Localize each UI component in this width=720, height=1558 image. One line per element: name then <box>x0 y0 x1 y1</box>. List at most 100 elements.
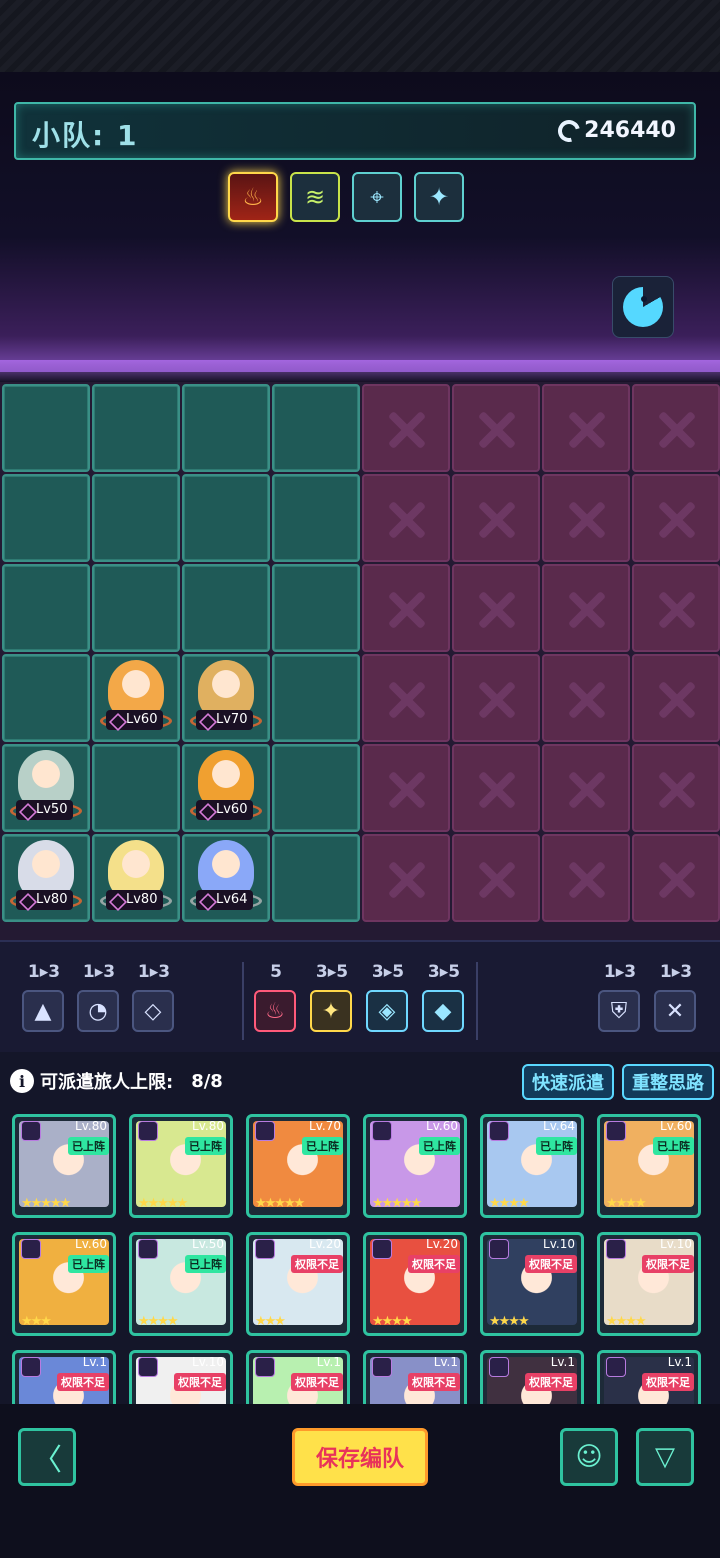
class-icon <box>372 1239 392 1259</box>
enemy-grid-cell[interactable] <box>452 384 540 472</box>
synergy-crossed-swords[interactable]: 1▸3 ✕ <box>654 962 698 1032</box>
enemy-grid-cell[interactable] <box>362 384 450 472</box>
placed-unit[interactable]: Lv80 <box>94 836 178 920</box>
ally-grid-cell[interactable] <box>272 654 360 742</box>
traveler-card[interactable]: Lv.60 已上阵 ★★★ <box>12 1232 116 1336</box>
placed-unit[interactable]: Lv60 <box>184 746 268 830</box>
ally-grid-cell[interactable] <box>2 564 90 652</box>
placed-unit[interactable]: Lv80 <box>4 836 88 920</box>
enemy-grid-cell[interactable] <box>542 744 630 832</box>
traveler-level: Lv.70 <box>309 1119 341 1133</box>
enemy-grid-cell[interactable] <box>452 834 540 922</box>
enemy-grid-cell[interactable] <box>362 654 450 742</box>
synergy-group-right: 1▸3 ⛨ 1▸3 ✕ <box>480 962 720 1042</box>
ally-grid-cell[interactable] <box>92 564 180 652</box>
placed-unit[interactable]: Lv64 <box>184 836 268 920</box>
synergy-shield[interactable]: 1▸3 ⛨ <box>598 962 642 1032</box>
traveler-card[interactable]: Lv.50 已上阵 ★★★★ <box>129 1232 233 1336</box>
traveler-level: Lv.10 <box>192 1355 224 1369</box>
traveler-card[interactable]: Lv.10 权限不足 ★★★★ <box>597 1232 701 1336</box>
save-formation-button[interactable]: 保存编队 <box>292 1428 428 1486</box>
enemy-grid-cell[interactable] <box>542 474 630 562</box>
enemy-grid-cell[interactable] <box>362 834 450 922</box>
pacman-button[interactable] <box>612 276 674 338</box>
enemy-grid-cell[interactable] <box>542 834 630 922</box>
synergy-count: 3▸5 <box>427 962 461 982</box>
enemy-grid-cell[interactable] <box>632 474 720 562</box>
enemy-grid-cell[interactable] <box>542 384 630 472</box>
ally-grid-cell[interactable] <box>2 384 90 472</box>
enemy-grid-cell[interactable] <box>362 744 450 832</box>
power-icon <box>554 115 585 146</box>
unit-level: Lv80 <box>106 890 164 910</box>
traveler-card[interactable]: Lv.20 权限不足 ★★★ <box>246 1232 350 1336</box>
enemy-grid-cell[interactable] <box>452 474 540 562</box>
synergy-flame[interactable]: 5 ♨ <box>254 962 298 1032</box>
sparkle-wand-icon[interactable]: ✦ <box>414 172 464 222</box>
back-button[interactable]: 〈 <box>18 1428 76 1486</box>
traveler-stars: ★★★★ <box>372 1314 413 1329</box>
enemy-grid-cell[interactable] <box>452 654 540 742</box>
traveler-stars: ★★★ <box>21 1314 52 1329</box>
target-icon[interactable]: ⌖ <box>352 172 402 222</box>
ally-grid-cell[interactable] <box>2 654 90 742</box>
ally-grid-cell[interactable] <box>92 384 180 472</box>
enemy-grid-cell[interactable] <box>452 564 540 652</box>
synergy-star[interactable]: 3▸5 ✦ <box>310 962 354 1032</box>
info-icon[interactable]: i <box>10 1069 34 1093</box>
traveler-card[interactable]: Lv.80 已上阵 ★★★★★ <box>12 1114 116 1218</box>
unit-level: Lv80 <box>16 890 74 910</box>
traveler-stars: ★★★★ <box>489 1314 530 1329</box>
enemy-grid-cell[interactable] <box>362 564 450 652</box>
back-arrow-icon: 〈 <box>32 1443 62 1478</box>
brain-button[interactable]: ☺ <box>560 1428 618 1486</box>
synergy-mountain[interactable]: 1▸3 ▲ <box>22 962 66 1032</box>
ally-grid-cell[interactable] <box>92 474 180 562</box>
enemy-grid-cell[interactable] <box>362 474 450 562</box>
enemy-grid-cell[interactable] <box>632 384 720 472</box>
traveler-card[interactable]: Lv.60 已上阵 ★★★★★ <box>363 1114 467 1218</box>
flame-icon[interactable]: ♨ <box>228 172 278 222</box>
traveler-card[interactable]: Lv.80 已上阵 ★★★★★ <box>129 1114 233 1218</box>
enemy-grid-cell[interactable] <box>632 744 720 832</box>
enemy-grid-cell[interactable] <box>452 744 540 832</box>
ally-grid-cell[interactable] <box>92 744 180 832</box>
enemy-grid-cell[interactable] <box>632 654 720 742</box>
ally-grid-cell[interactable] <box>182 564 270 652</box>
traveler-card[interactable]: Lv.10 权限不足 ★★★★ <box>480 1232 584 1336</box>
synergy-shard[interactable]: 1▸3 ◇ <box>132 962 176 1032</box>
placed-unit[interactable]: Lv50 <box>4 746 88 830</box>
placed-unit[interactable]: Lv70 <box>184 656 268 740</box>
ally-grid-cell[interactable] <box>2 474 90 562</box>
synergy-diamond[interactable]: 3▸5 ◆ <box>422 962 466 1032</box>
enemy-grid-cell[interactable] <box>632 834 720 922</box>
traveler-card[interactable]: Lv.20 权限不足 ★★★★ <box>363 1232 467 1336</box>
ally-grid-cell[interactable] <box>272 834 360 922</box>
ally-grid-cell[interactable] <box>182 474 270 562</box>
ally-grid-cell[interactable] <box>272 474 360 562</box>
enemy-grid-cell[interactable] <box>632 564 720 652</box>
power-value: 246440 <box>584 118 676 143</box>
unit-level: Lv60 <box>196 800 254 820</box>
traveler-card[interactable]: Lv.70 已上阵 ★★★★★ <box>246 1114 350 1218</box>
synergy-swirl[interactable]: 1▸3 ◔ <box>77 962 121 1032</box>
traveler-card[interactable]: Lv.60 已上阵 ★★★★ <box>597 1114 701 1218</box>
synergy-crest[interactable]: 3▸5 ◈ <box>366 962 410 1032</box>
rethink-button[interactable]: 重整思路 <box>622 1064 714 1100</box>
placed-unit[interactable]: Lv60 <box>94 656 178 740</box>
quick-dispatch-button[interactable]: 快速派遣 <box>522 1064 614 1100</box>
traveler-card[interactable]: Lv.64 已上阵 ★★★★ <box>480 1114 584 1218</box>
wave-icon[interactable]: ≋ <box>290 172 340 222</box>
ally-grid-cell[interactable] <box>272 744 360 832</box>
ally-grid-cell[interactable] <box>272 384 360 472</box>
traveler-level: Lv.10 <box>543 1237 575 1251</box>
diamond-icon: ◆ <box>422 990 464 1032</box>
traveler-level: Lv.1 <box>433 1355 458 1369</box>
filter-button[interactable]: ▽ <box>636 1428 694 1486</box>
enemy-grid-cell[interactable] <box>542 654 630 742</box>
filter-icon: ▽ <box>655 1442 675 1472</box>
ally-grid-cell[interactable] <box>272 564 360 652</box>
ally-grid-cell[interactable] <box>182 384 270 472</box>
enemy-grid-cell[interactable] <box>542 564 630 652</box>
status-bar-area <box>0 0 720 72</box>
